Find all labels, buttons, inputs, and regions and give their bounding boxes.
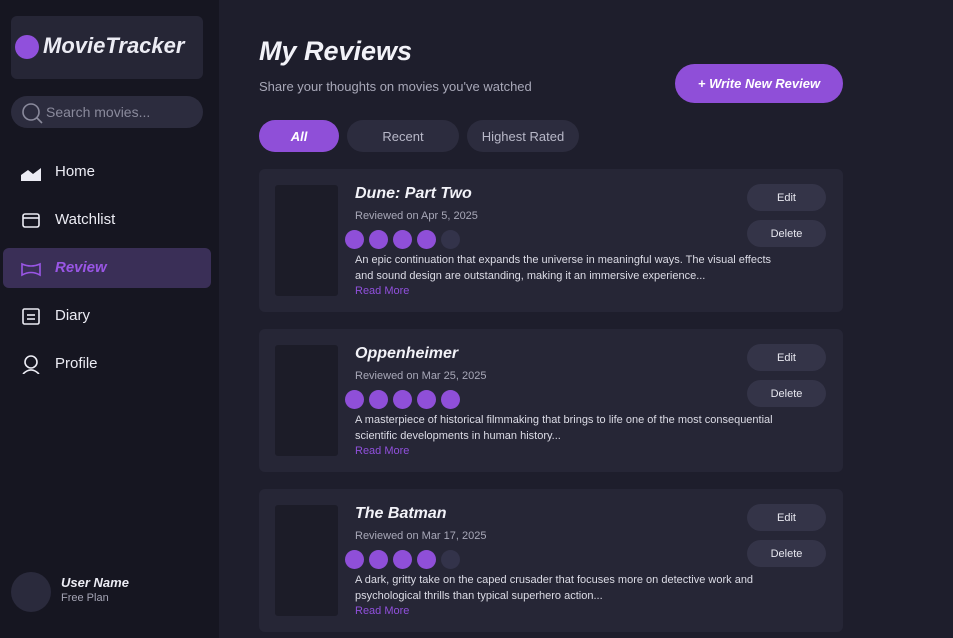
star-filled-icon	[369, 230, 388, 249]
review-icon	[21, 262, 41, 277]
movie-poster[interactable]	[275, 185, 338, 296]
sidebar: MovieTracker Home Watchlist	[0, 0, 219, 638]
movie-title[interactable]: Dune: Part Two	[355, 185, 472, 203]
watchlist-icon	[22, 213, 40, 228]
review-date: Reviewed on Mar 17, 2025	[355, 530, 487, 542]
read-more-link[interactable]: Read More	[355, 605, 409, 617]
review-card: The Batman Reviewed on Mar 17, 2025 A da…	[259, 489, 843, 632]
delete-button[interactable]: Delete	[747, 540, 826, 567]
sidebar-item-label: Profile	[55, 355, 98, 372]
edit-button[interactable]: Edit	[747, 344, 826, 371]
review-card: Dune: Part Two Reviewed on Apr 5, 2025 A…	[259, 169, 843, 312]
sidebar-item-review[interactable]: Review	[3, 248, 211, 288]
page-subtitle: Share your thoughts on movies you've wat…	[259, 79, 532, 94]
movie-poster[interactable]	[275, 345, 338, 456]
movie-poster[interactable]	[275, 505, 338, 616]
star-filled-icon	[369, 390, 388, 409]
sidebar-item-label: Diary	[55, 307, 91, 324]
logo[interactable]: MovieTracker	[11, 16, 203, 79]
star-filled-icon	[345, 230, 364, 249]
read-more-link[interactable]: Read More	[355, 285, 409, 297]
star-empty-icon	[441, 230, 460, 249]
movie-title[interactable]: Oppenheimer	[355, 345, 458, 363]
sidebar-item-label: Watchlist	[55, 211, 116, 228]
sidebar-item-watchlist[interactable]: Watchlist	[3, 200, 211, 240]
movie-title[interactable]: The Batman	[355, 505, 447, 523]
sidebar-item-profile[interactable]: Profile	[3, 344, 211, 384]
sidebar-item-label: Review	[55, 259, 107, 276]
review-card: Oppenheimer Reviewed on Mar 25, 2025 A m…	[259, 329, 843, 472]
page-title: My Reviews	[259, 36, 413, 66]
review-date: Reviewed on Mar 25, 2025	[355, 370, 487, 382]
user-name: User Name	[61, 575, 129, 590]
review-date: Reviewed on Apr 5, 2025	[355, 210, 478, 222]
sidebar-item-home[interactable]: Home	[3, 152, 211, 192]
star-filled-icon	[345, 390, 364, 409]
search-icon	[22, 103, 43, 124]
search-input[interactable]	[46, 100, 196, 124]
profile-icon	[22, 355, 40, 374]
review-excerpt: A dark, gritty take on the caped crusade…	[355, 574, 754, 602]
sidebar-item-diary[interactable]: Diary	[3, 296, 211, 336]
star-filled-icon	[393, 550, 412, 569]
star-filled-icon	[417, 230, 436, 249]
home-icon	[21, 168, 41, 181]
avatar[interactable]	[11, 572, 51, 612]
filter-all[interactable]: All	[259, 120, 339, 152]
logo-icon	[15, 35, 39, 59]
diary-icon	[22, 308, 40, 325]
read-more-link[interactable]: Read More	[355, 445, 409, 457]
delete-button[interactable]: Delete	[747, 220, 826, 247]
star-empty-icon	[441, 550, 460, 569]
delete-button[interactable]: Delete	[747, 380, 826, 407]
edit-button[interactable]: Edit	[747, 504, 826, 531]
write-new-review-button[interactable]: + Write New Review	[675, 64, 843, 103]
review-excerpt: A masterpiece of historical filmmaking t…	[355, 414, 773, 442]
star-filled-icon	[417, 390, 436, 409]
star-filled-icon	[393, 390, 412, 409]
star-filled-icon	[369, 550, 388, 569]
star-filled-icon	[393, 230, 412, 249]
app: MovieTracker Home Watchlist	[0, 0, 953, 638]
review-excerpt: An epic continuation that expands the un…	[355, 254, 772, 282]
filter-recent[interactable]: Recent	[347, 120, 459, 152]
app-name: MovieTracker	[43, 33, 185, 58]
sidebar-item-label: Home	[55, 163, 96, 180]
search-box	[11, 96, 203, 128]
star-filled-icon	[417, 550, 436, 569]
star-filled-icon	[441, 390, 460, 409]
star-filled-icon	[345, 550, 364, 569]
user-plan: Free Plan	[61, 592, 109, 604]
edit-button[interactable]: Edit	[747, 184, 826, 211]
filter-highest-rated[interactable]: Highest Rated	[467, 120, 579, 152]
